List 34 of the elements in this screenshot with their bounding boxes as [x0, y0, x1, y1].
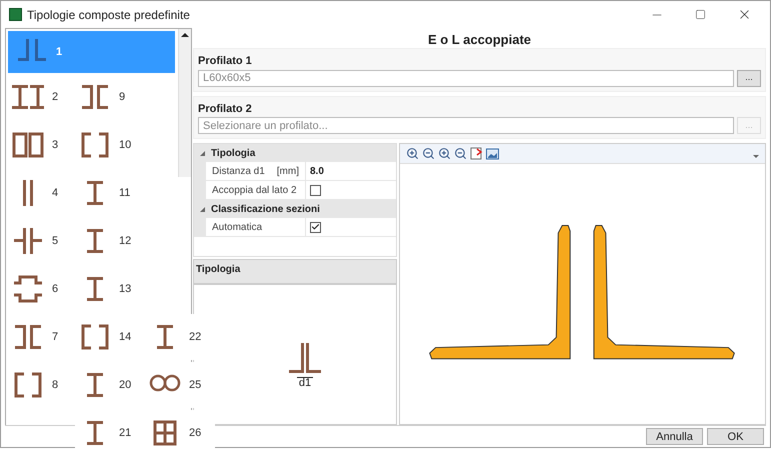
category-label: Tipologia	[211, 146, 256, 160]
zoom-window-icon[interactable]	[454, 147, 467, 160]
app-icon	[9, 8, 22, 21]
description-title: Tipologia	[196, 263, 240, 277]
scrollbar[interactable]	[178, 29, 191, 177]
zoom-out-icon[interactable]	[422, 147, 435, 160]
window-title: Tipologie composte predefinite	[27, 6, 190, 24]
browse-button[interactable]: ...	[737, 70, 761, 86]
expand-icon[interactable]	[200, 150, 205, 156]
dialog-button[interactable]: Annulla	[646, 428, 703, 445]
zoom-in-icon[interactable]	[406, 147, 419, 160]
section-icon	[12, 225, 44, 257]
checkbox[interactable]	[310, 184, 321, 196]
property-name: Accoppia dal lato 2	[212, 184, 297, 198]
maximize-icon[interactable]	[695, 9, 706, 20]
profile-field[interactable]: L60x60x5	[198, 70, 734, 86]
checkbox[interactable]	[310, 222, 321, 232]
property-name: Distanza d1	[212, 164, 265, 178]
dialog-button[interactable]: OK	[707, 428, 764, 445]
expand-icon[interactable]	[200, 206, 205, 212]
scroll-up-icon[interactable]	[181, 33, 189, 37]
field-label: Profilato 1	[198, 54, 253, 69]
image-icon[interactable]	[486, 148, 499, 160]
property-name: Automatica	[212, 220, 262, 234]
property-unit: [mm]	[276, 164, 299, 178]
export-icon[interactable]	[470, 147, 483, 160]
section-icon	[12, 273, 44, 305]
field-label: Profilato 2	[198, 102, 253, 116]
property-value[interactable]: 8.0	[310, 164, 324, 178]
category-label: Classificazione sezioni	[211, 202, 320, 216]
preview-drawing: d1	[287, 341, 323, 388]
typology-heading: E o L accoppiate	[426, 31, 532, 48]
zoom-fit-icon[interactable]	[438, 147, 451, 160]
toolbar-overflow-icon[interactable]	[753, 155, 759, 158]
